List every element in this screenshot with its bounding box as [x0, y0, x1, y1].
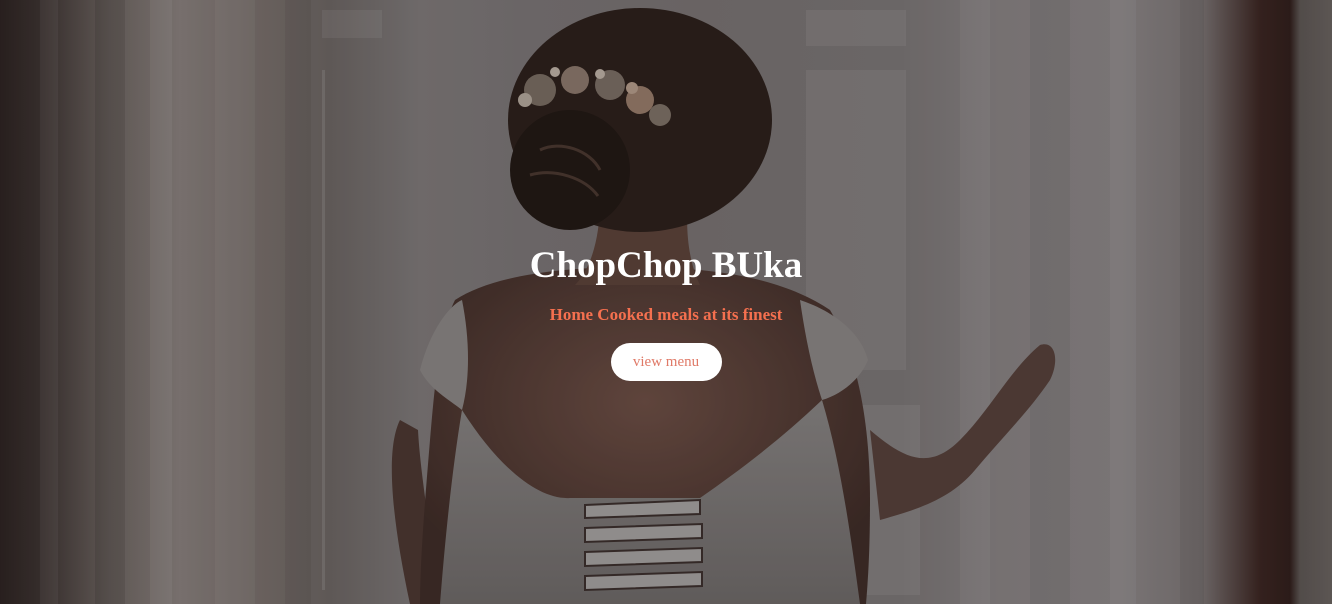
hero-section: ChopChop BUka Home Cooked meals at its f…	[0, 0, 1332, 604]
tagline: Home Cooked meals at its finest	[549, 305, 783, 324]
site-title: ChopChop BUka	[529, 245, 803, 286]
view-menu-button[interactable]: view menu	[610, 343, 722, 381]
hero-content: ChopChop BUka Home Cooked meals at its f…	[0, 244, 1332, 381]
